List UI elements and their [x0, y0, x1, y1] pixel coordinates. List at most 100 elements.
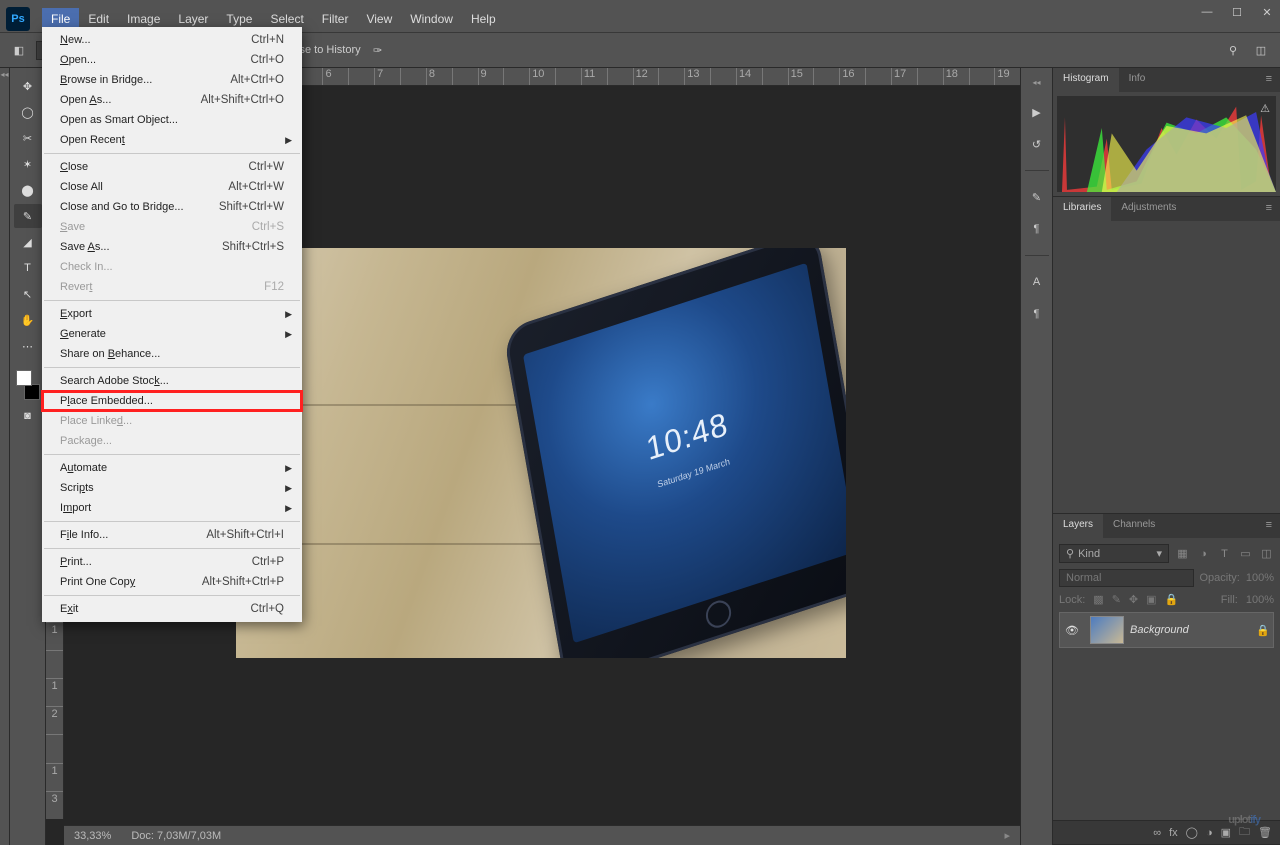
hand-tool[interactable]: ✋ — [14, 308, 42, 332]
menuitem-open-recent[interactable]: Open Recent▶ — [42, 130, 302, 150]
tab-layers[interactable]: Layers — [1053, 514, 1103, 538]
lock-position-icon[interactable]: ✥ — [1129, 593, 1138, 606]
background-color[interactable] — [24, 384, 40, 400]
filter-adjust-icon[interactable]: ◑ — [1196, 546, 1211, 561]
layers-footer-icon-3[interactable]: ◑ — [1206, 827, 1213, 839]
menuitem-open-as-smart-object[interactable]: Open as Smart Object... — [42, 110, 302, 130]
panel-menu-icon[interactable]: ≡ — [1258, 197, 1280, 221]
foreground-color[interactable] — [16, 370, 32, 386]
layer-row-background[interactable]: 👁 Background 🔒 — [1059, 612, 1274, 648]
healing-tool[interactable]: ⬤ — [14, 178, 42, 202]
menuitem-import[interactable]: Import▶ — [42, 498, 302, 518]
histogram-warning-icon[interactable]: ⚠ — [1260, 102, 1270, 115]
opacity-value[interactable]: 100% — [1246, 572, 1274, 584]
quickmask-icon[interactable]: ◙ — [14, 404, 42, 428]
tab-info[interactable]: Info — [1119, 68, 1156, 92]
menuitem-automate[interactable]: Automate▶ — [42, 458, 302, 478]
menuitem-share-on-behance[interactable]: Share on Behance... — [42, 344, 302, 364]
menu-view[interactable]: View — [357, 8, 401, 30]
menu-filter[interactable]: Filter — [313, 8, 358, 30]
search-icon[interactable]: ⚲ — [1224, 41, 1242, 59]
layer-name[interactable]: Background — [1130, 624, 1253, 636]
menuitem-exit[interactable]: ExitCtrl+Q — [42, 599, 302, 619]
menuitem-browse-in-bridge[interactable]: Browse in Bridge...Alt+Ctrl+O — [42, 70, 302, 90]
menuitem-open[interactable]: Open...Ctrl+O — [42, 50, 302, 70]
menuitem-close[interactable]: CloseCtrl+W — [42, 157, 302, 177]
menuitem-revert: RevertF12 — [42, 277, 302, 297]
tab-channels[interactable]: Channels — [1103, 514, 1165, 538]
zoom-level[interactable]: 33,33% — [74, 830, 111, 842]
workspace-switcher-icon[interactable]: ◫ — [1252, 41, 1270, 59]
maximize-button[interactable]: ☐ — [1230, 6, 1244, 19]
filter-pixel-icon[interactable]: ▦ — [1175, 546, 1190, 561]
tab-histogram[interactable]: Histogram — [1053, 68, 1119, 92]
menuitem-shortcut: Shift+Ctrl+S — [222, 241, 284, 253]
play-icon[interactable]: ▶ — [1027, 102, 1047, 122]
filter-smart-icon[interactable]: ◫ — [1259, 546, 1274, 561]
statusbar-flyout-icon[interactable]: ▸ — [1004, 829, 1010, 842]
tab-libraries[interactable]: Libraries — [1053, 197, 1111, 221]
menuitem-print[interactable]: Print...Ctrl+P — [42, 552, 302, 572]
more-tool[interactable]: ⋯ — [14, 334, 42, 358]
tab-adjustments[interactable]: Adjustments — [1111, 197, 1186, 221]
doc-info[interactable]: Doc: 7,03M/7,03M — [131, 830, 221, 842]
layers-footer-icon-6[interactable]: 🗑 — [1258, 826, 1272, 839]
crop-tool[interactable]: ✂ — [14, 126, 42, 150]
layers-footer-icon-5[interactable]: 🗀 — [1239, 823, 1250, 842]
fill-value[interactable]: 100% — [1246, 594, 1274, 606]
pressure-size-icon[interactable]: ✑ — [369, 41, 387, 59]
document-canvas[interactable]: 10:48 Saturday 19 March — [236, 248, 846, 658]
menuitem-print-one-copy[interactable]: Print One CopyAlt+Shift+Ctrl+P — [42, 572, 302, 592]
menuitem-close-and-go-to-bridge[interactable]: Close and Go to Bridge...Shift+Ctrl+W — [42, 197, 302, 217]
lasso-tool[interactable]: ◯ — [14, 100, 42, 124]
panel-collapse-handle[interactable]: ◂◂ — [1021, 78, 1052, 90]
type-tool[interactable]: T — [14, 256, 42, 280]
lock-transparency-icon[interactable]: ▩ — [1093, 593, 1103, 606]
panel-menu-icon[interactable]: ≡ — [1258, 514, 1280, 538]
type-panel-icon[interactable]: A — [1027, 272, 1047, 292]
para-panel-icon[interactable]: ¶ — [1027, 304, 1047, 324]
layers-footer-icon-2[interactable]: ◯ — [1186, 826, 1198, 839]
filter-type-icon[interactable]: T — [1217, 546, 1232, 561]
menuitem-export[interactable]: Export▶ — [42, 304, 302, 324]
path-tool[interactable]: ↖ — [14, 282, 42, 306]
menuitem-generate[interactable]: Generate▶ — [42, 324, 302, 344]
layer-thumbnail[interactable] — [1090, 616, 1124, 644]
menuitem-new[interactable]: New...Ctrl+N — [42, 30, 302, 50]
toolbar-collapse-handle[interactable]: ◂◂ — [0, 68, 10, 845]
menuitem-open-as[interactable]: Open As...Alt+Shift+Ctrl+O — [42, 90, 302, 110]
menuitem-save-as[interactable]: Save As...Shift+Ctrl+S — [42, 237, 302, 257]
layers-footer-icon-0[interactable]: ∞ — [1153, 827, 1161, 839]
menuitem-close-all[interactable]: Close AllAlt+Ctrl+W — [42, 177, 302, 197]
char-panel-icon[interactable]: ¶ — [1027, 219, 1047, 239]
filter-shape-icon[interactable]: ▭ — [1238, 546, 1253, 561]
tool-preset-icon[interactable]: ◧ — [10, 41, 28, 59]
menuitem-file-info[interactable]: File Info...Alt+Shift+Ctrl+I — [42, 525, 302, 545]
menuitem-place-embedded[interactable]: Place Embedded... — [42, 391, 302, 411]
blend-mode-select[interactable]: Normal — [1059, 569, 1194, 587]
menu-window[interactable]: Window — [401, 8, 462, 30]
move-tool[interactable]: ✥ — [14, 74, 42, 98]
panel-menu-icon[interactable]: ≡ — [1258, 68, 1280, 92]
layers-footer-icon-4[interactable]: ▣ — [1221, 826, 1231, 839]
lock-artboard-icon[interactable]: ▣ — [1146, 593, 1156, 606]
brush-panel-icon[interactable]: ✎ — [1027, 187, 1047, 207]
gradient-tool[interactable]: ◢ — [14, 230, 42, 254]
color-swatches[interactable] — [14, 370, 42, 402]
libraries-body[interactable] — [1053, 221, 1280, 513]
close-button[interactable]: ✕ — [1260, 6, 1274, 19]
menuitem-scripts[interactable]: Scripts▶ — [42, 478, 302, 498]
history-icon[interactable]: ↺ — [1027, 134, 1047, 154]
submenu-arrow-icon: ▶ — [285, 503, 292, 514]
minimize-button[interactable]: — — [1200, 6, 1214, 19]
lock-paint-icon[interactable]: ✎ — [1112, 593, 1121, 606]
lock-all-icon[interactable]: 🔒 — [1165, 593, 1179, 606]
layers-empty-area[interactable] — [1059, 654, 1274, 814]
brush-tool[interactable]: ✎ — [14, 204, 42, 228]
layer-filter-kind[interactable]: ⚲Kind▾ — [1059, 544, 1169, 563]
menuitem-search-adobe-stock[interactable]: Search Adobe Stock... — [42, 371, 302, 391]
menu-help[interactable]: Help — [462, 8, 505, 30]
wand-tool[interactable]: ✶ — [14, 152, 42, 176]
visibility-toggle-icon[interactable]: 👁 — [1060, 624, 1084, 637]
layers-footer-icon-1[interactable]: fx — [1169, 827, 1178, 839]
